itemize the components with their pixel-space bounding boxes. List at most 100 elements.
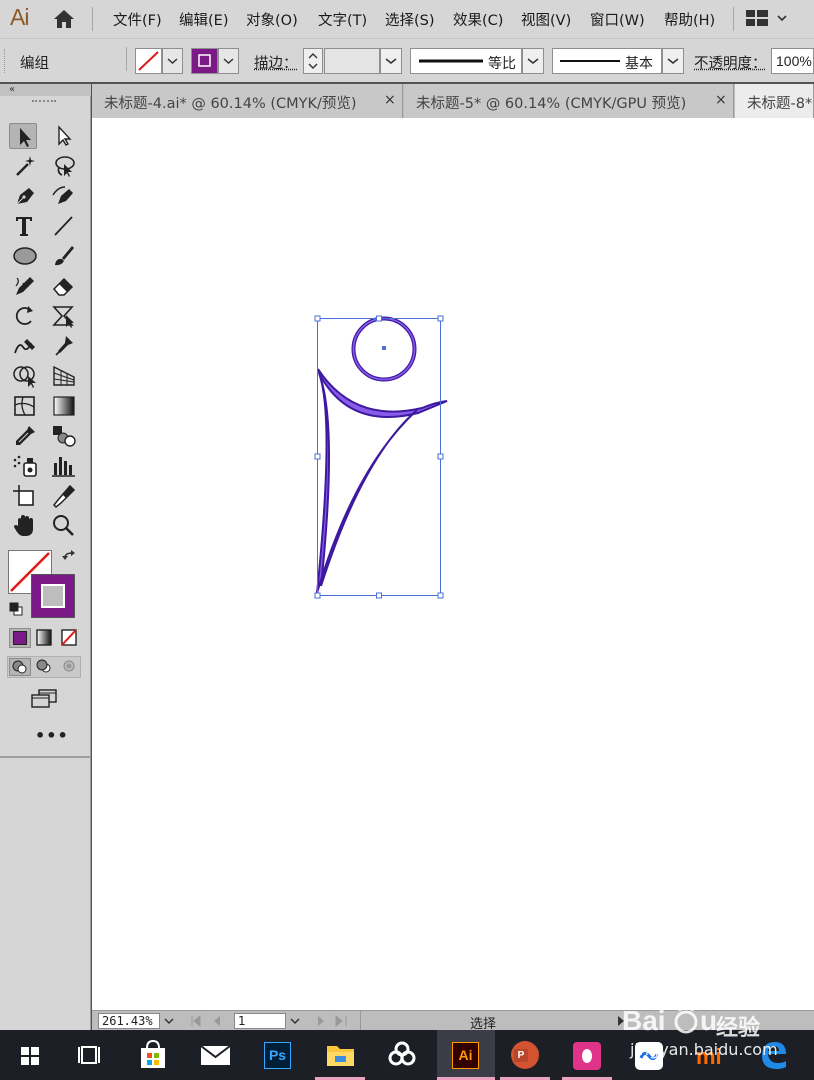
figure-arm-swoosh[interactable] xyxy=(318,369,447,417)
figure-body[interactable] xyxy=(317,373,417,593)
mail-app[interactable] xyxy=(190,1030,240,1080)
lasso-tool[interactable] xyxy=(50,153,78,179)
store-app[interactable] xyxy=(128,1030,178,1080)
menu-view[interactable]: 视图(V) xyxy=(521,9,571,30)
artboard-number-input[interactable]: 1 xyxy=(234,1013,286,1029)
menu-type[interactable]: 文字(T) xyxy=(318,9,367,30)
document-tab[interactable]: 未标题-5* @ 60.14% (CMYK/GPU 预览) × xyxy=(404,84,734,118)
workspace-switcher-icon[interactable] xyxy=(746,10,768,26)
close-icon[interactable]: × xyxy=(384,92,396,108)
close-icon[interactable]: × xyxy=(715,92,727,108)
chevron-down-icon[interactable] xyxy=(288,1014,302,1028)
variable-width-profile[interactable]: 等比 xyxy=(410,48,522,74)
symbol-sprayer-tool[interactable] xyxy=(11,453,39,479)
baidu-netdisk-app[interactable] xyxy=(377,1030,427,1080)
task-view-button[interactable] xyxy=(65,1030,115,1080)
menu-edit[interactable]: 编辑(E) xyxy=(179,9,228,30)
selection-handle[interactable] xyxy=(315,454,320,459)
warp-tool[interactable] xyxy=(11,333,39,359)
eraser-tool[interactable] xyxy=(50,273,78,299)
selection-tool[interactable] xyxy=(9,123,37,149)
selection-handle[interactable] xyxy=(438,454,443,459)
artboard-canvas[interactable] xyxy=(92,118,814,1010)
default-colors-icon[interactable] xyxy=(9,602,23,616)
zoom-tool[interactable] xyxy=(50,513,78,539)
eyedropper-tool[interactable] xyxy=(11,423,39,449)
type-tool[interactable] xyxy=(11,213,39,239)
menu-window[interactable]: 窗口(W) xyxy=(590,9,645,30)
selection-handle[interactable] xyxy=(438,593,443,598)
draw-normal-button[interactable] xyxy=(9,658,31,676)
menu-help[interactable]: 帮助(H) xyxy=(664,9,715,30)
file-explorer-app[interactable] xyxy=(315,1030,365,1080)
shaper-tool[interactable] xyxy=(11,273,39,299)
selection-handle[interactable] xyxy=(315,316,320,321)
menu-effect[interactable]: 效果(C) xyxy=(453,9,503,30)
shape-builder-tool[interactable] xyxy=(11,363,39,389)
fill-color-swatch[interactable] xyxy=(135,48,162,74)
stroke-weight-stepper[interactable] xyxy=(303,48,323,74)
powerpoint-app[interactable]: P xyxy=(500,1030,550,1080)
artwork[interactable] xyxy=(92,118,814,1010)
stroke-color-swatch[interactable] xyxy=(191,48,218,74)
brush-dropdown[interactable] xyxy=(662,48,684,74)
swap-fill-stroke-icon[interactable] xyxy=(62,550,78,566)
screen-mode-icon[interactable] xyxy=(29,688,59,710)
selection-handle[interactable] xyxy=(438,316,443,321)
qq-app[interactable] xyxy=(562,1030,612,1080)
blend-tool[interactable] xyxy=(50,423,78,449)
start-button[interactable] xyxy=(5,1030,55,1080)
selection-handle[interactable] xyxy=(315,593,320,598)
stroke-weight-input[interactable] xyxy=(324,48,380,74)
rotate-tool[interactable] xyxy=(11,303,39,329)
line-segment-tool[interactable] xyxy=(50,213,78,239)
document-tab[interactable]: 未标题-4.ai* @ 60.14% (CMYK/预览) × xyxy=(92,84,403,118)
mesh-tool[interactable] xyxy=(11,393,39,419)
first-prev-artboard-icons[interactable] xyxy=(190,1015,230,1027)
fill-dropdown[interactable] xyxy=(162,48,183,74)
stroke-weight-dropdown[interactable] xyxy=(380,48,402,74)
illustrator-app[interactable]: Ai xyxy=(437,1030,495,1080)
none-mode-button[interactable] xyxy=(59,628,79,648)
stroke-label[interactable]: 描边： xyxy=(254,52,298,73)
free-transform-tool[interactable] xyxy=(50,303,78,329)
stroke-dropdown[interactable] xyxy=(218,48,239,74)
panel-grip[interactable] xyxy=(4,49,7,73)
profile-dropdown[interactable] xyxy=(522,48,544,74)
collapse-panel-icon[interactable]: « xyxy=(9,84,15,95)
gradient-mode-button[interactable] xyxy=(34,628,54,648)
artboard-tool[interactable] xyxy=(11,483,39,509)
document-tab-active[interactable]: 未标题-8* xyxy=(735,84,814,118)
gradient-tool[interactable] xyxy=(50,393,78,419)
ellipse-tool[interactable] xyxy=(11,243,39,269)
puppet-warp-tool[interactable] xyxy=(50,333,78,359)
color-mode-button[interactable] xyxy=(9,628,31,648)
brush-definition[interactable]: 基本 xyxy=(552,48,662,74)
home-icon[interactable] xyxy=(52,8,76,30)
next-last-artboard-icons[interactable] xyxy=(314,1015,354,1027)
slice-tool[interactable] xyxy=(50,483,78,509)
perspective-grid-tool[interactable] xyxy=(50,363,78,389)
edit-toolbar-button[interactable]: ••• xyxy=(35,726,69,745)
direct-selection-tool[interactable] xyxy=(50,123,78,149)
hand-tool[interactable] xyxy=(11,513,39,539)
draw-behind-button[interactable] xyxy=(34,658,56,676)
chevron-down-icon[interactable] xyxy=(162,1014,176,1028)
column-graph-tool[interactable] xyxy=(50,453,78,479)
menu-select[interactable]: 选择(S) xyxy=(385,9,435,30)
magic-wand-tool[interactable] xyxy=(11,153,39,179)
selection-handle[interactable] xyxy=(377,593,382,598)
zoom-level-input[interactable]: 261.43% xyxy=(98,1013,160,1029)
draw-inside-button[interactable] xyxy=(59,658,81,676)
curvature-tool[interactable] xyxy=(50,183,78,209)
menu-object[interactable]: 对象(O) xyxy=(246,9,298,30)
opacity-input[interactable]: 100% xyxy=(771,48,814,74)
opacity-label[interactable]: 不透明度： xyxy=(694,52,767,73)
pen-tool[interactable] xyxy=(11,183,39,209)
photoshop-app[interactable]: Ps xyxy=(252,1030,302,1080)
chevron-down-icon[interactable] xyxy=(776,12,788,24)
selection-handle[interactable] xyxy=(377,316,382,321)
paintbrush-tool[interactable] xyxy=(50,243,78,269)
tools-panel-header[interactable]: « xyxy=(0,84,91,96)
stroke-swatch-large[interactable] xyxy=(31,574,75,618)
